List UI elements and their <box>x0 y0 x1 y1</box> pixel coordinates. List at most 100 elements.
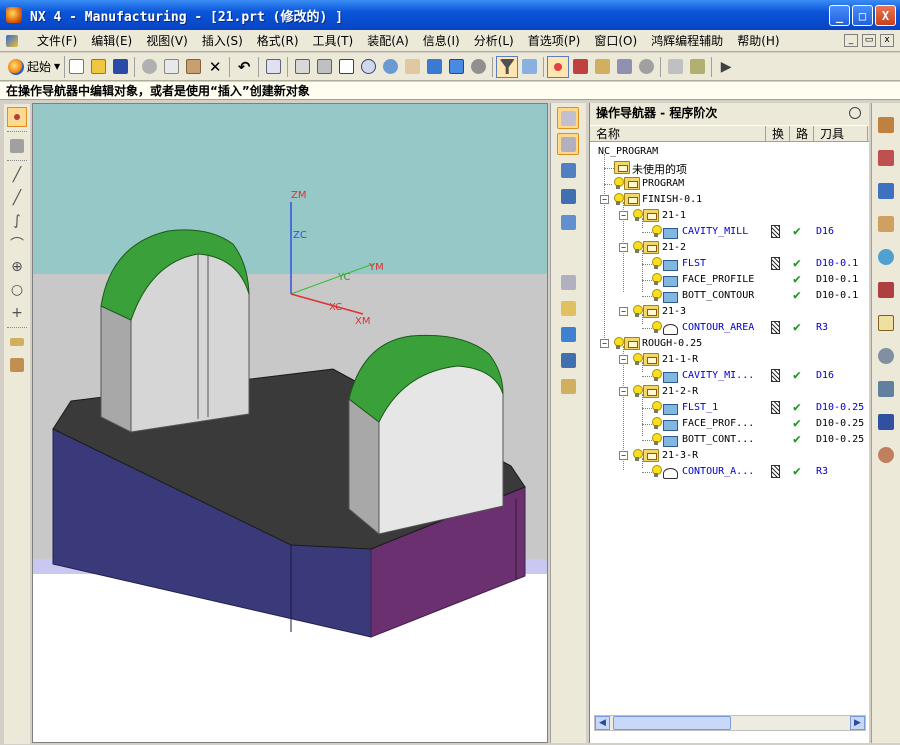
circle-icon[interactable]: ○ <box>7 280 27 300</box>
paste-icon[interactable] <box>182 56 204 78</box>
tree-row-group[interactable]: − 21-2 <box>590 240 868 256</box>
column-name[interactable]: 名称 <box>590 126 766 141</box>
method-view-icon[interactable] <box>557 185 579 207</box>
model-view[interactable]: ZM ZC YM YC XC XM <box>33 104 548 743</box>
tree-row-group[interactable]: − 21-1-R <box>590 352 868 368</box>
cam-setup-icon[interactable] <box>664 56 686 78</box>
save-icon[interactable] <box>109 56 131 78</box>
part-navigator-icon[interactable] <box>875 147 897 169</box>
tree-row-nc-program[interactable]: NC_PROGRAM <box>590 144 868 160</box>
tree-row-operation[interactable]: FLST_1 ✔ D10-0.25 <box>590 400 868 416</box>
mdi-restore-button[interactable]: ▭ <box>862 34 876 47</box>
geometry-view-icon[interactable] <box>557 159 579 181</box>
generate-path-icon[interactable] <box>686 56 708 78</box>
operation-navigator-icon[interactable] <box>875 180 897 202</box>
roles-icon[interactable] <box>875 444 897 466</box>
tree-row-group[interactable]: − 21-3-R <box>590 448 868 464</box>
start-menu-button[interactable]: 起始 ▼ <box>4 55 66 78</box>
snap-point-icon[interactable] <box>547 55 570 78</box>
tree-row-group[interactable]: − 21-2-R <box>590 384 868 400</box>
tree-row-group[interactable]: − 21-1 <box>590 208 868 224</box>
tree-row-unused-items[interactable]: 未使用的项 <box>590 160 868 176</box>
minimize-button[interactable]: _ <box>829 5 850 26</box>
shaded-icon[interactable] <box>423 56 445 78</box>
plus-icon[interactable]: + <box>7 303 27 323</box>
drag-handle-icon[interactable] <box>7 136 27 156</box>
menu-view[interactable]: 视图(V) <box>139 30 195 52</box>
menu-help[interactable]: 帮助(H) <box>730 30 786 52</box>
render-style-icon[interactable] <box>467 56 489 78</box>
cursor-point-icon[interactable] <box>569 56 591 78</box>
menu-analysis[interactable]: 分析(L) <box>467 30 521 52</box>
system-materials-icon[interactable] <box>875 378 897 400</box>
menu-information[interactable]: 信息(I) <box>416 30 467 52</box>
create-operation-icon[interactable] <box>557 349 579 371</box>
menu-programming-helper[interactable]: 鸿辉编程辅助 <box>644 30 730 52</box>
process-studio-icon[interactable] <box>875 411 897 433</box>
tree-row-operation[interactable]: BOTT_CONT... ✔ D10-0.25 <box>590 432 868 448</box>
curve-icon[interactable]: ⌒ <box>7 234 27 254</box>
help-icon[interactable] <box>875 312 897 334</box>
scroll-left-arrow-icon[interactable]: ◀ <box>595 716 610 730</box>
mdi-minimize-button[interactable]: _ <box>844 34 858 47</box>
select-tool-icon[interactable] <box>7 107 27 127</box>
rotate-icon[interactable] <box>379 56 401 78</box>
create-method-icon[interactable] <box>557 323 579 345</box>
collapse-toggle[interactable]: − <box>619 307 628 316</box>
pin-icon[interactable] <box>849 107 861 119</box>
collapse-toggle[interactable]: − <box>619 243 628 252</box>
menu-preferences[interactable]: 首选项(P) <box>521 30 588 52</box>
tree-row-operation[interactable]: FACE_PROFILE ✔ D10-0.1 <box>590 272 868 288</box>
tree-row-program[interactable]: PROGRAM <box>590 176 868 192</box>
cut-icon[interactable] <box>138 56 160 78</box>
collapse-toggle[interactable]: − <box>600 195 609 204</box>
tool-library-icon[interactable] <box>875 213 897 235</box>
zoom-box-icon[interactable] <box>335 56 357 78</box>
graphics-viewport[interactable]: ZM ZC YM YC XC XM <box>32 103 548 743</box>
menu-assemblies[interactable]: 装配(A) <box>360 30 416 52</box>
collapse-toggle[interactable]: − <box>600 339 609 348</box>
scroll-thumb[interactable] <box>613 716 731 730</box>
line-icon[interactable]: ╱ <box>7 165 27 185</box>
undo-icon[interactable]: ↶ <box>233 56 255 78</box>
create-program-icon[interactable] <box>557 211 579 233</box>
tree-row-operation[interactable]: FACE_PROF... ✔ D10-0.25 <box>590 416 868 432</box>
tree-row-group[interactable]: − 21-3 <box>590 304 868 320</box>
column-toolchange[interactable]: 换 <box>766 126 790 141</box>
new-file-icon[interactable] <box>65 56 87 78</box>
ruler-icon[interactable] <box>7 332 27 352</box>
collapse-toggle[interactable]: − <box>619 355 628 364</box>
tree-row-finish[interactable]: − FINISH-0.1 <box>590 192 868 208</box>
tree-row-operation[interactable]: CONTOUR_AREA ✔ R3 <box>590 320 868 336</box>
filter-icon[interactable] <box>496 55 519 78</box>
collapse-toggle[interactable]: − <box>619 451 628 460</box>
reuse-library-icon[interactable] <box>875 279 897 301</box>
menu-insert[interactable]: 插入(S) <box>195 30 250 52</box>
zoom-window-icon[interactable] <box>313 56 335 78</box>
menu-format[interactable]: 格式(R) <box>250 30 306 52</box>
mdi-close-button[interactable]: x <box>880 34 894 47</box>
play-icon[interactable]: ▶ <box>715 56 737 78</box>
menu-edit[interactable]: 编辑(E) <box>84 30 139 52</box>
select-filter-icon[interactable] <box>262 56 284 78</box>
copy-icon[interactable] <box>160 56 182 78</box>
create-tool-icon[interactable] <box>557 271 579 293</box>
view-cube-icon[interactable] <box>445 56 467 78</box>
tree-row-operation[interactable]: BOTT_CONTOUR ✔ D10-0.1 <box>590 288 868 304</box>
fit-view-icon[interactable] <box>291 56 313 78</box>
menu-window[interactable]: 窗口(O) <box>587 30 644 52</box>
program-order-view-icon[interactable] <box>557 107 579 129</box>
document-icon[interactable] <box>4 33 22 49</box>
scroll-right-arrow-icon[interactable]: ▶ <box>850 716 865 730</box>
arc-icon[interactable]: ╱ <box>7 188 27 208</box>
menu-file[interactable]: 文件(F) <box>30 30 84 52</box>
menu-tools[interactable]: 工具(T) <box>306 30 361 52</box>
maximize-button[interactable]: □ <box>852 5 873 26</box>
analysis-icon[interactable] <box>613 56 635 78</box>
column-path[interactable]: 路 <box>790 126 814 141</box>
spline-icon[interactable]: ∫ <box>7 211 27 231</box>
point-icon[interactable]: ⊕ <box>7 257 27 277</box>
tool-settings-icon[interactable] <box>635 56 657 78</box>
machine-tool-view-icon[interactable] <box>557 133 579 155</box>
assembly-navigator-icon[interactable] <box>875 114 897 136</box>
